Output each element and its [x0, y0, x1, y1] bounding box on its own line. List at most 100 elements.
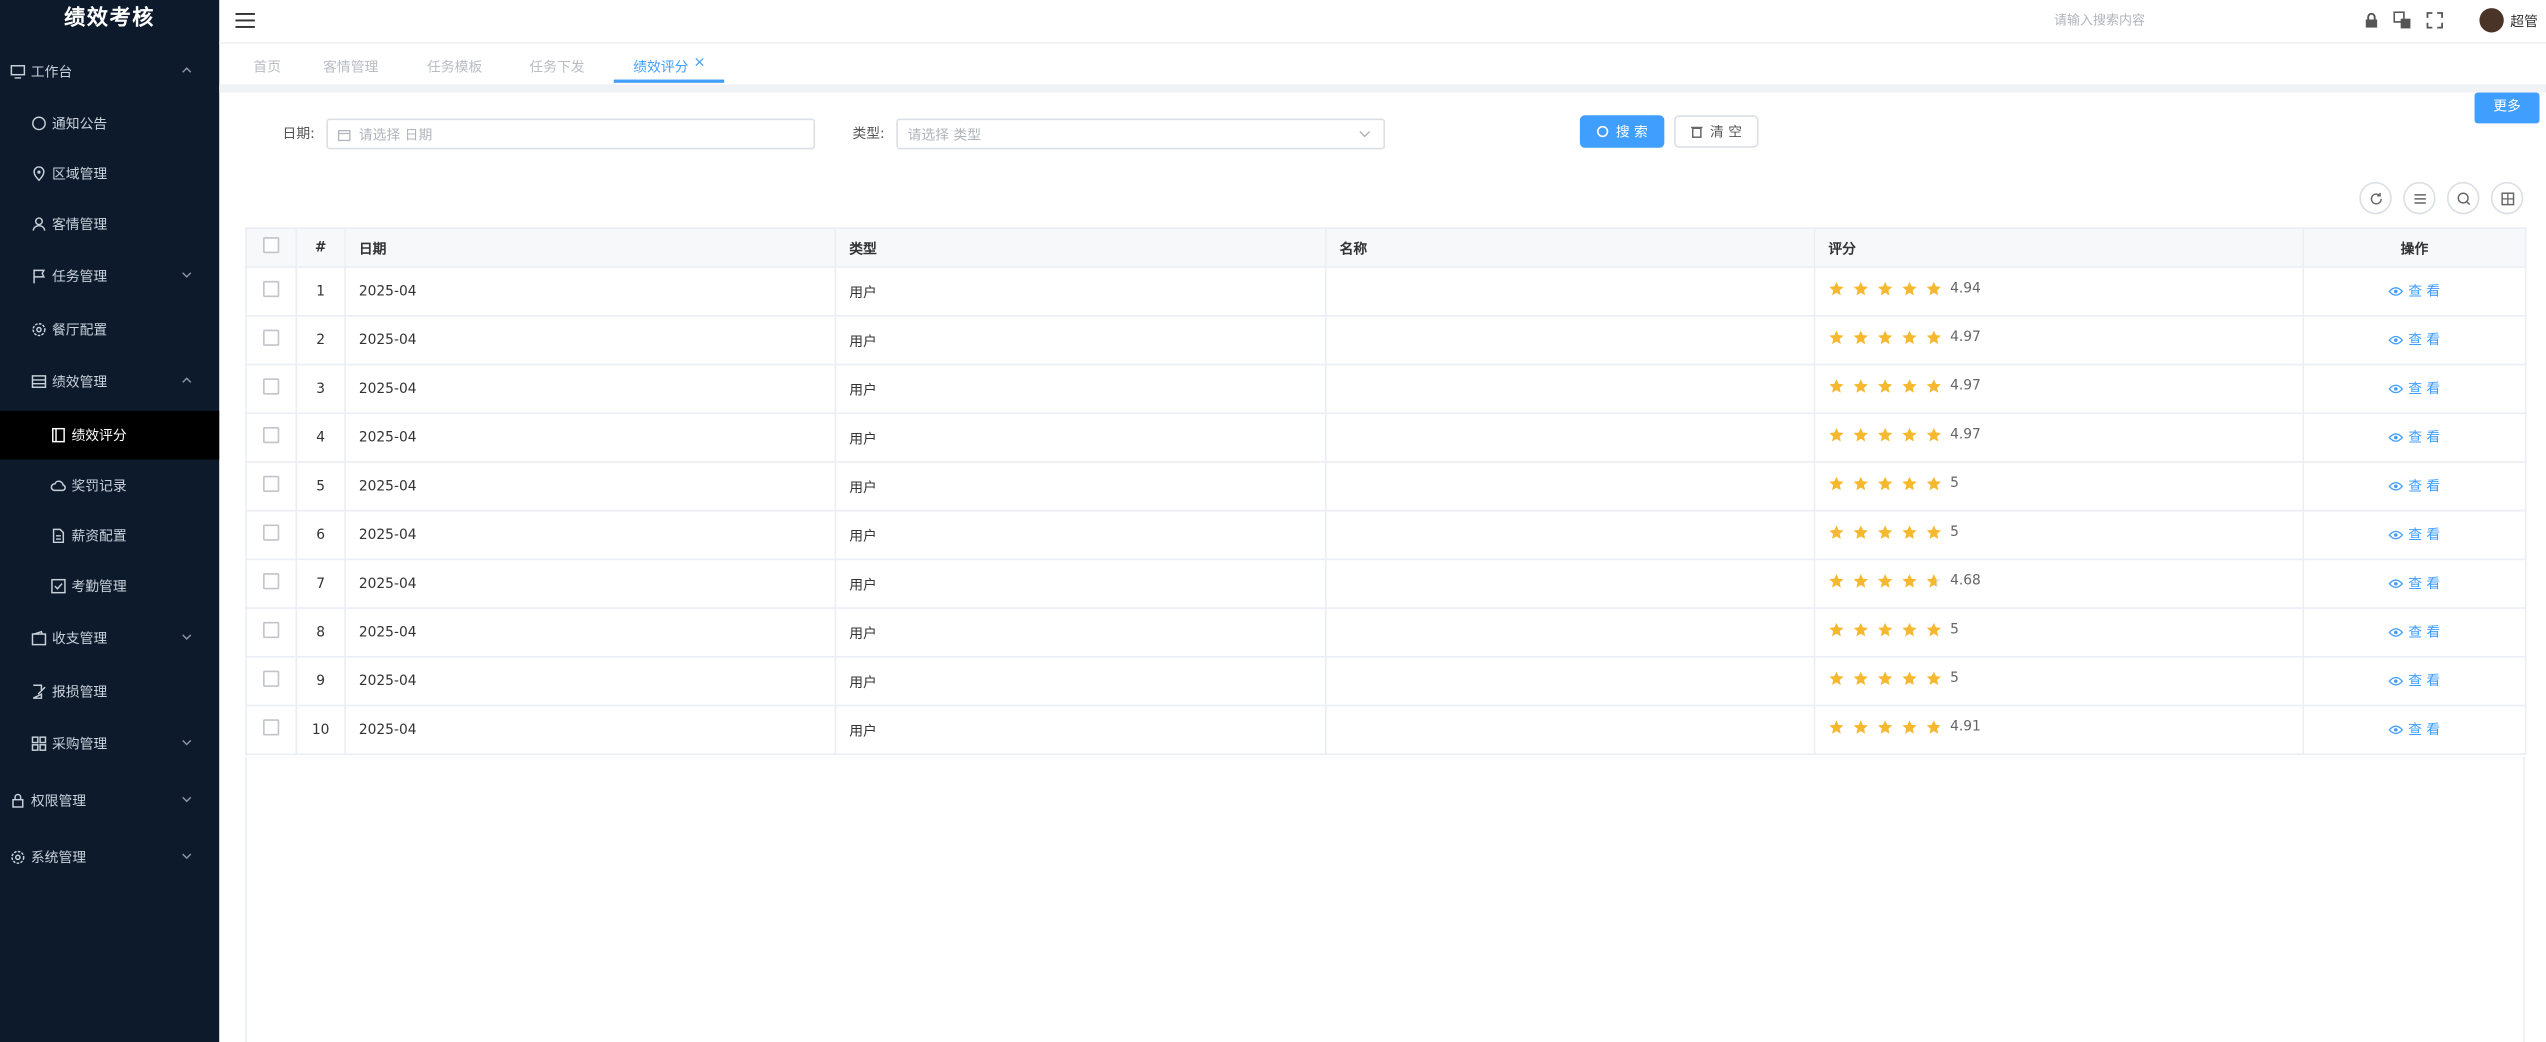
fullscreen-icon[interactable] — [2426, 11, 2444, 29]
sidebar-item-2[interactable]: 区域管理 — [0, 149, 219, 198]
row-checkbox[interactable] — [263, 621, 280, 639]
row-checkbox[interactable] — [263, 719, 280, 736]
sidebar-item-5[interactable]: 餐厅配置 — [0, 305, 219, 354]
table-row[interactable]: 6 2025-04 用户 5 查 看 — [245, 510, 2527, 561]
more-button[interactable]: 更多 — [2474, 92, 2540, 124]
row-checkbox[interactable] — [263, 524, 280, 541]
row-checkbox[interactable] — [263, 475, 280, 492]
toggle-search-button[interactable] — [2446, 181, 2480, 215]
translate-icon[interactable] — [2393, 11, 2411, 29]
star-icon — [1877, 379, 1893, 393]
sidebar-item-4[interactable]: 任务管理 — [0, 252, 219, 301]
global-search-input[interactable]: 请输入搜索内容 — [2054, 11, 2145, 29]
view-button[interactable]: 查 看 — [2388, 330, 2440, 350]
tab-customer[interactable]: 客情管理 — [323, 57, 378, 76]
sidebar-item-11[interactable]: 收支管理 — [0, 614, 219, 663]
sidebar-item-6[interactable]: 绩效管理 — [0, 357, 219, 406]
sidebar-item-3[interactable]: 客情管理 — [0, 200, 219, 249]
view-button[interactable]: 查 看 — [2388, 525, 2440, 544]
row-score: 4.91 — [1814, 705, 2305, 756]
row-type: 用户 — [835, 656, 1327, 707]
sidebar-item-13[interactable]: 采购管理 — [0, 719, 219, 768]
row-checkbox[interactable] — [263, 427, 280, 444]
star-icon — [1902, 281, 1917, 296]
row-checkbox[interactable] — [263, 378, 280, 395]
view-button[interactable]: 查 看 — [2388, 427, 2440, 447]
clear-button[interactable]: 清 空 — [1674, 115, 1759, 148]
star-icon — [1829, 720, 1844, 734]
avatar[interactable] — [2479, 8, 2504, 33]
row-select-cell[interactable] — [245, 705, 298, 756]
sidebar-item-7[interactable]: 绩效评分 — [0, 410, 220, 460]
row-select-cell[interactable] — [245, 608, 298, 658]
view-button-label: 查 看 — [2408, 722, 2441, 740]
search-button[interactable]: 搜 索 — [1579, 115, 1665, 148]
sidebar-item-12[interactable]: 报损管理 — [0, 667, 219, 716]
view-button[interactable]: 查 看 — [2388, 622, 2440, 642]
sidebar-item-label: 奖罚记录 — [71, 478, 127, 496]
row-date: 2025-04 — [345, 461, 837, 512]
row-checkbox[interactable] — [263, 329, 280, 346]
star-icon — [1902, 671, 1917, 686]
table-row[interactable]: 9 2025-04 用户 5 查 看 — [245, 656, 2527, 707]
row-select-cell[interactable] — [245, 510, 298, 561]
row-checkbox[interactable] — [263, 280, 280, 298]
table-row[interactable]: 3 2025-04 用户 4.97 查 看 — [245, 364, 2527, 415]
table-row[interactable]: 10 2025-04 用户 4.91 查 看 — [245, 705, 2527, 756]
tab-performance-score[interactable]: 绩效评分 — [633, 57, 688, 76]
view-button[interactable]: 查 看 — [2388, 476, 2440, 496]
star-icon — [1877, 476, 1893, 491]
menu-toggle-icon[interactable] — [235, 11, 255, 29]
table-row[interactable]: 7 2025-04 用户 4.68 查 看 — [245, 559, 2527, 609]
view-button[interactable]: 查 看 — [2388, 671, 2440, 690]
row-index: 8 — [296, 608, 346, 658]
sidebar-item-8[interactable]: 奖罚记录 — [0, 461, 219, 510]
table-row[interactable]: 8 2025-04 用户 5 查 看 — [245, 608, 2527, 658]
sidebar-item-1[interactable]: 通知公告 — [0, 99, 219, 148]
table-row[interactable]: 2 2025-04 用户 4.97 查 看 — [245, 315, 2527, 366]
row-score: 5 — [1814, 461, 2305, 512]
sidebar-item-9[interactable]: 薪资配置 — [0, 511, 219, 560]
select-all-checkbox[interactable] — [263, 237, 280, 254]
row-select-cell[interactable] — [245, 559, 298, 609]
star-icon — [1902, 525, 1917, 539]
sidebar-item-14[interactable]: 权限管理 — [0, 776, 219, 825]
sidebar-item-label: 报损管理 — [51, 685, 108, 702]
row-select-cell[interactable] — [245, 267, 298, 317]
username[interactable]: 超管 — [2510, 11, 2538, 31]
select-all-cell[interactable] — [245, 227, 298, 268]
row-checkbox[interactable] — [263, 670, 280, 687]
row-select-cell[interactable] — [245, 461, 298, 512]
row-select-cell[interactable] — [245, 656, 298, 707]
view-button[interactable]: 查 看 — [2388, 281, 2440, 301]
score-value: 5 — [1950, 524, 1959, 541]
sidebar-item-10[interactable]: 考勤管理 — [0, 562, 219, 611]
close-icon[interactable]: × — [693, 55, 705, 71]
date-picker[interactable]: 请选择 日期 — [326, 118, 816, 150]
columns-button[interactable] — [2490, 181, 2524, 215]
lock-icon[interactable] — [2363, 11, 2381, 29]
view-button[interactable]: 查 看 — [2388, 720, 2441, 740]
tab-task-dispatch[interactable]: 任务下发 — [529, 57, 584, 76]
row-checkbox[interactable] — [263, 573, 280, 590]
tab-home[interactable]: 首页 — [253, 57, 281, 76]
row-name — [1325, 461, 1816, 512]
view-button[interactable]: 查 看 — [2388, 379, 2440, 398]
table-row[interactable]: 1 2025-04 用户 4.94 查 看 — [245, 267, 2527, 317]
row-select-cell[interactable] — [245, 364, 298, 415]
view-button[interactable]: 查 看 — [2388, 574, 2440, 593]
row-score: 4.97 — [1814, 364, 2305, 415]
table-header-row: # 日期 类型 名称 评分 操作 — [245, 227, 2527, 268]
row-date: 2025-04 — [345, 315, 837, 366]
table-row[interactable]: 5 2025-04 用户 5 查 看 — [245, 461, 2527, 512]
refresh-button[interactable] — [2359, 181, 2392, 215]
table-row[interactable]: 4 2025-04 用户 4.97 查 看 — [245, 413, 2527, 463]
sidebar-item-0[interactable]: 工作台 — [0, 47, 219, 96]
row-select-cell[interactable] — [245, 315, 298, 366]
star-rating: 4.97 — [1828, 330, 1981, 346]
tab-task-template[interactable]: 任务模板 — [427, 57, 482, 76]
sidebar-item-15[interactable]: 系统管理 — [0, 833, 219, 882]
row-select-cell[interactable] — [245, 413, 298, 463]
filter-settings-button[interactable] — [2403, 181, 2436, 215]
type-select[interactable]: 请选择 类型 — [896, 118, 1386, 150]
